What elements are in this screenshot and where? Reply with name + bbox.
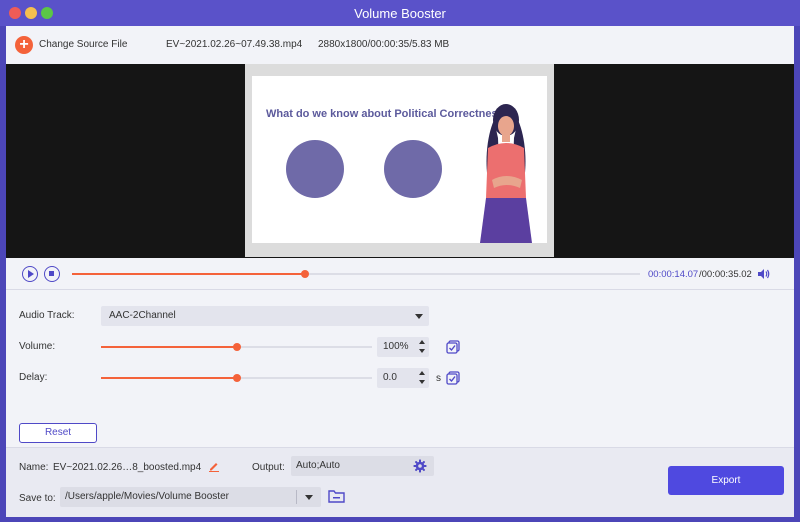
apply-to-all-icon[interactable] (446, 340, 460, 354)
increment-icon[interactable] (419, 340, 425, 344)
title-bar: Volume Booster (0, 0, 800, 26)
volume-label: Volume: (19, 341, 56, 352)
current-time: 00:00:14.07 (648, 269, 699, 280)
delay-unit: s (436, 373, 441, 384)
main-window: + Change Source File EV~2021.02.26~07.49… (6, 26, 794, 517)
playback-progress-handle[interactable] (300, 270, 309, 278)
save-path-value: /Users/apple/Movies/Volume Booster (65, 491, 229, 502)
volume-slider-fill (101, 346, 237, 348)
apply-to-all-icon[interactable] (446, 371, 460, 385)
total-time: /00:00:35.02 (699, 269, 752, 280)
delay-value: 0.0 (383, 372, 397, 383)
save-path-divider (296, 490, 297, 504)
source-file-name: EV~2021.02.26~07.49.38.mp4 (166, 39, 303, 50)
player-controls: 00:00:14.07 /00:00:35.02 (6, 258, 794, 290)
video-preview: What do we know about Political Correctn… (6, 64, 794, 258)
decrement-icon[interactable] (419, 349, 425, 353)
playback-progress-slider[interactable] (72, 270, 640, 278)
gear-icon[interactable] (413, 459, 427, 473)
output-format-field[interactable]: Auto;Auto (291, 456, 434, 476)
slide-content: What do we know about Political Correctn… (252, 76, 547, 243)
folder-icon[interactable] (328, 489, 345, 504)
save-path-select[interactable]: /Users/apple/Movies/Volume Booster (60, 487, 321, 507)
window-title: Volume Booster (354, 6, 446, 21)
decrement-icon[interactable] (419, 380, 425, 384)
stop-icon (49, 271, 54, 276)
delay-slider-handle[interactable] (232, 374, 241, 382)
output-format-value: Auto;Auto (296, 460, 340, 471)
delay-slider[interactable] (101, 374, 372, 382)
output-panel: Name: EV~2021.02.26…8_boosted.mp4 Output… (6, 447, 794, 517)
slide-circle-right (384, 140, 442, 198)
increment-icon[interactable] (419, 371, 425, 375)
stop-button[interactable] (44, 266, 60, 282)
output-label: Output: (252, 462, 285, 473)
preview-frame: What do we know about Political Correctn… (245, 64, 554, 257)
audio-track-label: Audio Track: (19, 310, 75, 321)
audio-track-value: AAC-2Channel (109, 310, 176, 321)
slide-circle-left (286, 140, 344, 198)
playback-progress-fill (72, 273, 305, 275)
chevron-down-icon[interactable] (305, 495, 313, 500)
export-button[interactable]: Export (668, 466, 784, 495)
volume-value: 100% (383, 341, 409, 352)
woman-illustration (480, 104, 532, 243)
delay-slider-fill (101, 377, 237, 379)
audio-track-select[interactable]: AAC-2Channel (101, 306, 429, 326)
volume-slider[interactable] (101, 343, 372, 351)
play-icon (28, 270, 34, 278)
add-icon[interactable]: + (15, 36, 33, 54)
delay-label: Delay: (19, 372, 48, 383)
audio-settings-panel: Audio Track: AAC-2Channel Volume: 100% D… (6, 290, 794, 447)
name-label: Name: (19, 462, 49, 473)
source-toolbar: + Change Source File EV~2021.02.26~07.49… (6, 26, 794, 64)
volume-stepper[interactable]: 100% (377, 337, 429, 357)
source-file-info: 2880x1800/00:00:35/5.83 MB (318, 39, 450, 50)
play-button[interactable] (22, 266, 38, 282)
slide-title: What do we know about Political Correctn… (266, 108, 511, 120)
save-to-label: Save to: (19, 493, 56, 504)
volume-slider-handle[interactable] (232, 343, 241, 351)
reset-button[interactable]: Reset (19, 423, 97, 443)
delay-stepper[interactable]: 0.0 (377, 368, 429, 388)
speaker-icon[interactable] (757, 267, 771, 281)
chevron-down-icon (415, 314, 423, 319)
pencil-icon[interactable] (208, 460, 220, 472)
change-source-file-button[interactable]: Change Source File (39, 39, 127, 50)
output-file-name: EV~2021.02.26…8_boosted.mp4 (53, 462, 202, 473)
